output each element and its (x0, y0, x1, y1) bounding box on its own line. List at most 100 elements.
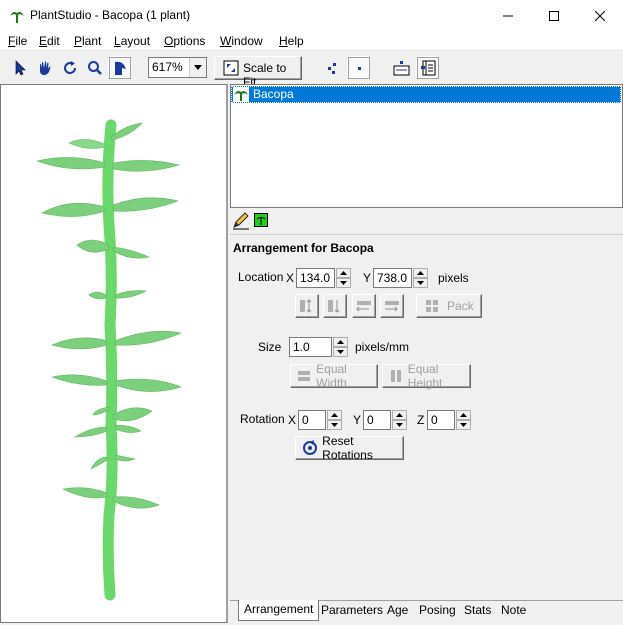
size-label: Size (258, 340, 282, 354)
spin-up-icon[interactable] (392, 410, 407, 420)
spin-down-icon[interactable] (413, 278, 428, 288)
leaf (88, 291, 107, 300)
menu-layout[interactable]: Layout (114, 34, 150, 48)
plant-stem (102, 119, 118, 601)
equal-width-button[interactable]: Equal Width (290, 362, 378, 390)
rotation-y-input[interactable]: 0 (363, 410, 391, 430)
single-view-button[interactable] (347, 56, 370, 79)
align-bottom-button[interactable] (323, 294, 347, 318)
toolbar: 617% Scale to Fit (0, 52, 623, 89)
size-spinner[interactable] (333, 337, 348, 357)
zoom-dropdown-button[interactable] (189, 58, 206, 77)
menu-edit[interactable]: Edit (39, 34, 60, 48)
tab-posing[interactable]: Posing (414, 601, 461, 620)
rotation-x-label: X (288, 413, 297, 427)
pack-button[interactable]: Pack (416, 294, 482, 318)
plant-drawing-area[interactable] (0, 84, 228, 623)
equal-height-label: Equal Height (407, 362, 443, 390)
arrow-cursor-icon (15, 59, 26, 75)
location-y-label: Y (363, 271, 372, 285)
align-top-button[interactable] (295, 294, 319, 318)
rotate-tool-button[interactable] (58, 56, 81, 79)
rotate-icon (63, 60, 76, 74)
leaf (76, 239, 110, 253)
rotation-x-spinner[interactable] (327, 410, 342, 430)
location-y-input[interactable]: 738.0 (373, 268, 412, 288)
size-input[interactable]: 1.0 (289, 337, 332, 357)
rename-plant-button[interactable] (232, 212, 250, 230)
show-drawing-button[interactable] (389, 56, 412, 79)
equal-width-label: Equal Width (316, 362, 347, 390)
menu-plant[interactable]: Plant (74, 34, 101, 48)
equal-width-icon (298, 371, 310, 381)
tab-note[interactable]: Note (496, 601, 531, 620)
plant-thumbnail-icon (233, 87, 249, 102)
equal-height-button[interactable]: Equal Height (382, 362, 471, 390)
zoom-combo[interactable]: 617% (148, 57, 207, 78)
rotation-z-spinner[interactable] (456, 410, 471, 430)
magnifier-icon (87, 60, 102, 75)
location-x-input[interactable]: 134.0 (296, 268, 335, 288)
hand-icon (39, 60, 50, 75)
posing-tool-button[interactable] (108, 56, 131, 79)
pose-flag-icon (114, 61, 126, 75)
menu-help[interactable]: Help (279, 34, 304, 48)
menu-options[interactable]: Options (164, 34, 205, 48)
maximize-button[interactable] (531, 0, 577, 31)
align-top-icon (300, 299, 312, 313)
spin-up-icon[interactable] (336, 268, 351, 278)
align-right-icon (385, 301, 399, 312)
list-tools-bar (230, 208, 623, 234)
rotation-x-input[interactable]: 0 (298, 410, 326, 430)
spin-up-icon[interactable] (413, 268, 428, 278)
align-right-button[interactable] (380, 294, 404, 318)
plant-color-button[interactable] (254, 213, 268, 227)
plant-list[interactable]: Bacopa (230, 84, 623, 208)
scale-fit-icon (223, 60, 239, 76)
location-x-spinner[interactable] (336, 268, 351, 288)
tab-stats[interactable]: Stats (459, 601, 496, 620)
show-panel-button[interactable] (416, 56, 439, 79)
menu-window[interactable]: Window (220, 34, 263, 48)
align-left-button[interactable] (352, 294, 376, 318)
scale-to-fit-button[interactable]: Scale to Fit (214, 56, 302, 89)
close-button[interactable] (577, 0, 623, 31)
spin-up-icon[interactable] (456, 410, 471, 420)
tab-parameters[interactable]: Parameters (316, 601, 388, 620)
select-tool-button[interactable] (8, 56, 31, 79)
spin-down-icon[interactable] (336, 278, 351, 288)
magnify-tool-button[interactable] (83, 56, 106, 79)
rotation-z-input[interactable]: 0 (427, 410, 455, 430)
spin-down-icon[interactable] (327, 420, 342, 430)
leaf (73, 426, 108, 438)
align-bottom-icon (328, 300, 340, 313)
spin-up-icon[interactable] (333, 337, 348, 347)
plantstudio-app-icon (10, 12, 24, 23)
leaf (112, 496, 160, 509)
spin-down-icon[interactable] (456, 420, 471, 430)
close-icon (595, 10, 605, 21)
leaf (112, 246, 150, 259)
reset-rotations-button[interactable]: Reset Rotations (295, 434, 404, 462)
drag-tool-button[interactable] (33, 56, 56, 79)
leaf (114, 454, 137, 462)
rotation-y-spinner[interactable] (392, 410, 407, 430)
menu-file[interactable]: File (8, 34, 27, 48)
arrangement-title: Arrangement for Bacopa (233, 241, 374, 255)
plant-drawing-canvas[interactable] (1, 85, 227, 622)
leaf (114, 330, 183, 346)
minimize-button[interactable] (485, 0, 531, 31)
spin-up-icon[interactable] (327, 410, 342, 420)
arrange-cascade-button[interactable] (320, 56, 343, 79)
tab-arrangement[interactable]: Arrangement (238, 600, 320, 621)
rotation-label: Rotation (240, 412, 285, 426)
leaf (68, 139, 107, 149)
spin-down-icon[interactable] (333, 347, 348, 357)
tab-age[interactable]: Age (382, 601, 413, 620)
plant-list-item[interactable]: Bacopa (231, 86, 621, 103)
spin-down-icon[interactable] (392, 420, 407, 430)
leaf (51, 337, 108, 350)
scatter-dots-icon (327, 62, 336, 74)
location-y-spinner[interactable] (413, 268, 428, 288)
location-x-label: X (286, 271, 295, 285)
